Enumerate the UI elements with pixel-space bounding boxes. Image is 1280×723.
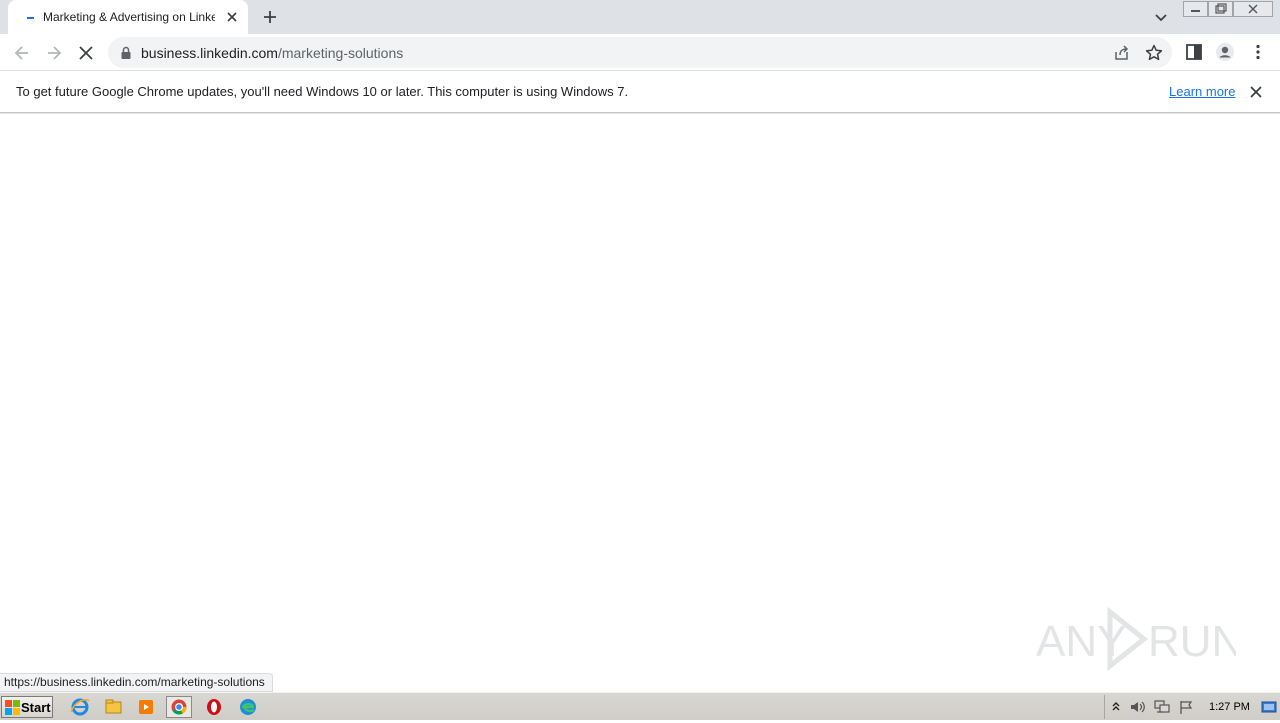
opera-icon[interactable]: [201, 696, 227, 718]
learn-more-link[interactable]: Learn more: [1169, 84, 1235, 99]
new-tab-icon[interactable]: [259, 7, 281, 27]
watermark-text-right: RUN: [1148, 617, 1236, 666]
menu-icon[interactable]: [1248, 42, 1268, 62]
tab-search-chevron-icon[interactable]: [1151, 8, 1171, 26]
action-center-flag-icon[interactable]: [1178, 699, 1194, 715]
url-host: business.linkedin.com: [141, 45, 278, 61]
status-url-bubble: https://business.linkedin.com/marketing-…: [0, 673, 273, 692]
windows-taskbar: Start 1:27 PM: [0, 692, 1280, 720]
network-icon[interactable]: [1153, 699, 1171, 715]
media-player-icon[interactable]: [133, 696, 159, 718]
minimize-icon: [1191, 10, 1200, 12]
browser-toolbar: business.linkedin.com/marketing-solution…: [0, 34, 1280, 71]
address-bar[interactable]: business.linkedin.com/marketing-solution…: [108, 37, 1172, 68]
url-path: /marketing-solutions: [277, 45, 404, 61]
anyrun-watermark: ANY RUN: [1036, 606, 1236, 672]
file-explorer-icon[interactable]: [100, 696, 126, 718]
url-text[interactable]: business.linkedin.com/marketing-solution…: [141, 45, 403, 61]
internet-explorer-icon[interactable]: [67, 696, 93, 718]
side-panel-icon[interactable]: [1184, 42, 1204, 62]
watermark-text-left: ANY: [1036, 617, 1126, 666]
linkedin-loading-icon: [27, 17, 34, 19]
profile-icon[interactable]: [1215, 42, 1235, 62]
update-infobar: To get future Google Chrome updates, you…: [0, 71, 1280, 113]
start-button[interactable]: Start: [1, 696, 53, 718]
volume-icon[interactable]: [1129, 699, 1147, 715]
infobar-close-icon[interactable]: [1248, 84, 1264, 100]
taskbar-clock[interactable]: 1:27 PM: [1209, 701, 1250, 713]
lock-icon[interactable]: [120, 46, 132, 60]
tab-title: Marketing & Advertising on LinkedIn: [43, 10, 215, 24]
system-tray: [1104, 695, 1278, 719]
stop-loading-icon[interactable]: [73, 40, 99, 66]
forward-icon[interactable]: [41, 40, 67, 66]
tab-active[interactable]: Marketing & Advertising on LinkedIn: [8, 0, 248, 34]
restore-button[interactable]: [1208, 1, 1233, 17]
edge-icon[interactable]: [235, 696, 261, 718]
windows-logo-icon: [5, 700, 20, 715]
close-window-button[interactable]: [1233, 1, 1273, 17]
restore-icon: [1215, 3, 1227, 14]
share-icon[interactable]: [1112, 43, 1132, 63]
bookmark-star-icon[interactable]: [1144, 43, 1164, 63]
back-icon[interactable]: [9, 40, 35, 66]
show-desktop-icon[interactable]: [1260, 699, 1278, 715]
close-window-icon: [1248, 4, 1258, 14]
start-label: Start: [21, 700, 51, 715]
tab-strip: Marketing & Advertising on LinkedIn: [0, 0, 1280, 34]
tab-close-icon[interactable]: [224, 9, 240, 25]
chrome-icon[interactable]: [166, 696, 192, 718]
show-hidden-icons-icon[interactable]: [1111, 700, 1121, 714]
minimize-button[interactable]: [1183, 1, 1208, 17]
infobar-message: To get future Google Chrome updates, you…: [16, 84, 629, 99]
